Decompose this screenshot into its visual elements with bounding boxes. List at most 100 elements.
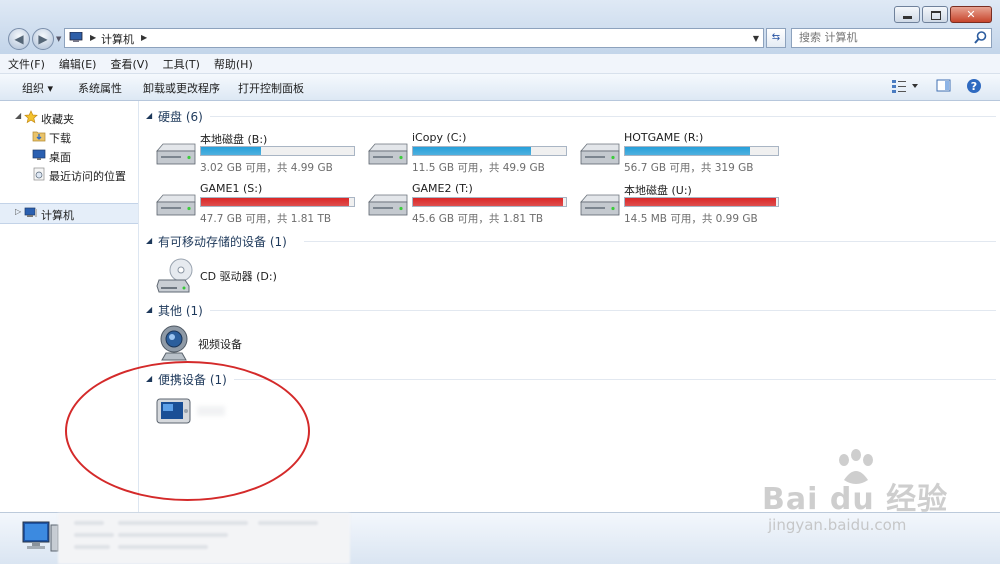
group-divider xyxy=(210,116,996,117)
command-bar: 组织 ▾ 系统属性 卸载或更改程序 打开控制面板 ? xyxy=(0,74,1000,101)
nav-favorites[interactable]: ◢ 收藏夹 xyxy=(0,108,138,127)
search-icon[interactable] xyxy=(973,30,988,45)
maximize-button[interactable] xyxy=(922,6,948,23)
group-header-hard-disks[interactable]: ◢ 硬盘 (6) xyxy=(146,107,996,125)
search-input[interactable] xyxy=(797,30,971,45)
back-button[interactable]: ◀ xyxy=(8,28,30,50)
expand-triangle-icon[interactable]: ◢ xyxy=(15,111,21,120)
menu-tools[interactable]: 工具(T) xyxy=(157,56,206,72)
forward-arrow-icon: ▶ xyxy=(38,32,48,46)
address-dropdown-icon[interactable]: ▼ xyxy=(753,34,759,43)
collapse-arrow-icon[interactable]: ◢ xyxy=(146,111,152,120)
drive-usage-fill xyxy=(201,147,261,155)
drive-name: 本地磁盘 (B:) xyxy=(200,133,268,146)
computer-icon xyxy=(69,32,83,42)
preview-pane-icon[interactable] xyxy=(936,78,952,94)
star-icon xyxy=(24,110,38,124)
group-header-removable[interactable]: ◢ 有可移动存储的设备 (1) xyxy=(146,232,996,250)
hard-drive-icon xyxy=(580,143,620,165)
hard-drive-icon xyxy=(580,194,620,216)
help-icon[interactable]: ? xyxy=(966,78,982,94)
breadcrumb-separator-icon[interactable]: ▶ xyxy=(90,33,96,42)
computer-large-icon xyxy=(22,521,59,552)
nav-label: 最近访问的位置 xyxy=(49,170,126,183)
webcam-icon xyxy=(160,325,188,361)
drive-space-info: 11.5 GB 可用，共 49.9 GB xyxy=(412,162,545,174)
cd-drive-label: CD 驱动器 (D:) xyxy=(200,270,277,283)
refresh-button[interactable]: ⇆ xyxy=(766,28,786,48)
breadcrumb-computer[interactable]: 计算机 xyxy=(101,31,134,47)
recent-places-icon xyxy=(33,167,45,181)
video-device-label: 视频设备 xyxy=(198,338,242,351)
change-view-icon[interactable] xyxy=(891,78,921,94)
hard-drive-icon xyxy=(368,143,408,165)
group-header-other[interactable]: ◢ 其他 (1) xyxy=(146,301,996,319)
nav-label: 下载 xyxy=(49,132,71,145)
menu-bar: 文件(F) 编辑(E) 查看(V) 工具(T) 帮助(H) xyxy=(0,54,1000,74)
cd-drive-icon xyxy=(156,258,193,293)
portable-device-item[interactable] xyxy=(155,394,235,434)
details-pane xyxy=(0,512,1000,564)
drive-item[interactable]: GAME1 (S:) 47.7 GB 可用，共 1.81 TB xyxy=(155,182,375,226)
group-divider xyxy=(304,241,996,242)
group-title: 其他 (1) xyxy=(158,304,203,318)
drive-name: HOTGAME (R:) xyxy=(624,131,704,144)
drive-item[interactable]: HOTGAME (R:) 56.7 GB 可用，共 319 GB xyxy=(579,131,799,175)
hard-drive-icon xyxy=(368,194,408,216)
drive-space-info: 56.7 GB 可用，共 319 GB xyxy=(624,162,754,174)
drive-usage-fill xyxy=(625,147,751,155)
drive-space-info: 45.6 GB 可用，共 1.81 TB xyxy=(412,213,544,225)
group-divider xyxy=(210,310,996,311)
nav-recent-places[interactable]: 最近访问的位置 xyxy=(0,165,138,184)
collapse-arrow-icon[interactable]: ◢ xyxy=(146,305,152,314)
expand-triangle-icon[interactable]: ▷ xyxy=(15,207,21,216)
search-box[interactable] xyxy=(791,28,992,48)
drive-name: GAME2 (T:) xyxy=(412,182,473,195)
group-header-portable[interactable]: ◢ 便携设备 (1) xyxy=(146,370,996,388)
menu-file[interactable]: 文件(F) xyxy=(2,56,51,72)
nav-computer[interactable]: ▷ 计算机 xyxy=(0,203,138,224)
minimize-button[interactable] xyxy=(894,6,920,23)
drive-item[interactable]: 本地磁盘 (B:) 3.02 GB 可用，共 4.99 GB xyxy=(155,131,375,175)
nav-label: 收藏夹 xyxy=(41,113,74,126)
nav-label: 桌面 xyxy=(49,151,71,164)
drive-space-info: 3.02 GB 可用，共 4.99 GB xyxy=(200,162,333,174)
hard-drive-icon xyxy=(156,143,196,165)
refresh-icon: ⇆ xyxy=(771,32,781,43)
organize-button[interactable]: 组织 ▾ xyxy=(22,80,53,96)
svg-text:?: ? xyxy=(971,80,977,93)
menu-help[interactable]: 帮助(H) xyxy=(208,56,259,72)
collapse-arrow-icon[interactable]: ◢ xyxy=(146,374,152,383)
drive-space-info: 14.5 MB 可用，共 0.99 GB xyxy=(624,213,758,225)
system-properties-button[interactable]: 系统属性 xyxy=(78,80,122,96)
group-title: 有可移动存储的设备 (1) xyxy=(158,235,287,249)
forward-button[interactable]: ▶ xyxy=(32,28,54,50)
drive-name: 本地磁盘 (U:) xyxy=(624,184,692,197)
open-control-panel-button[interactable]: 打开控制面板 xyxy=(238,80,304,96)
menu-edit[interactable]: 编辑(E) xyxy=(53,56,103,72)
close-button[interactable]: ✕ xyxy=(950,6,992,23)
drive-item[interactable]: 本地磁盘 (U:) 14.5 MB 可用，共 0.99 GB xyxy=(579,182,799,226)
drive-usage-fill xyxy=(413,147,531,155)
drive-usage-fill xyxy=(201,198,350,206)
drive-usage-bar xyxy=(624,146,779,156)
drive-item[interactable]: GAME2 (T:) 45.6 GB 可用，共 1.81 TB xyxy=(367,182,587,226)
address-bar[interactable]: ▶ 计算机 ▶ ▼ xyxy=(64,28,764,48)
video-device-item[interactable]: 视频设备 xyxy=(157,321,277,365)
collapse-arrow-icon[interactable]: ◢ xyxy=(146,236,152,245)
breadcrumb-separator-icon[interactable]: ▶ xyxy=(141,33,147,42)
uninstall-program-button[interactable]: 卸载或更改程序 xyxy=(143,80,220,96)
drive-item[interactable]: iCopy (C:) 11.5 GB 可用，共 49.9 GB xyxy=(367,131,587,175)
content-pane: ◢ 硬盘 (6) 本地磁盘 (B:) 3.02 GB 可用，共 4.99 GB iC… xyxy=(139,101,1000,512)
recent-pages-dropdown-icon[interactable]: ▼ xyxy=(56,35,61,43)
drive-usage-bar xyxy=(200,197,355,207)
cd-drive-item[interactable]: CD 驱动器 (D:) xyxy=(155,254,285,298)
nav-desktop[interactable]: 桌面 xyxy=(0,146,138,165)
drive-usage-fill xyxy=(413,198,563,206)
computer-icon xyxy=(24,207,37,217)
drive-usage-bar xyxy=(200,146,355,156)
menu-view[interactable]: 查看(V) xyxy=(104,56,154,72)
nav-downloads[interactable]: 下载 xyxy=(0,127,138,146)
back-arrow-icon: ◀ xyxy=(14,32,24,46)
blurred-details-info xyxy=(58,513,350,564)
